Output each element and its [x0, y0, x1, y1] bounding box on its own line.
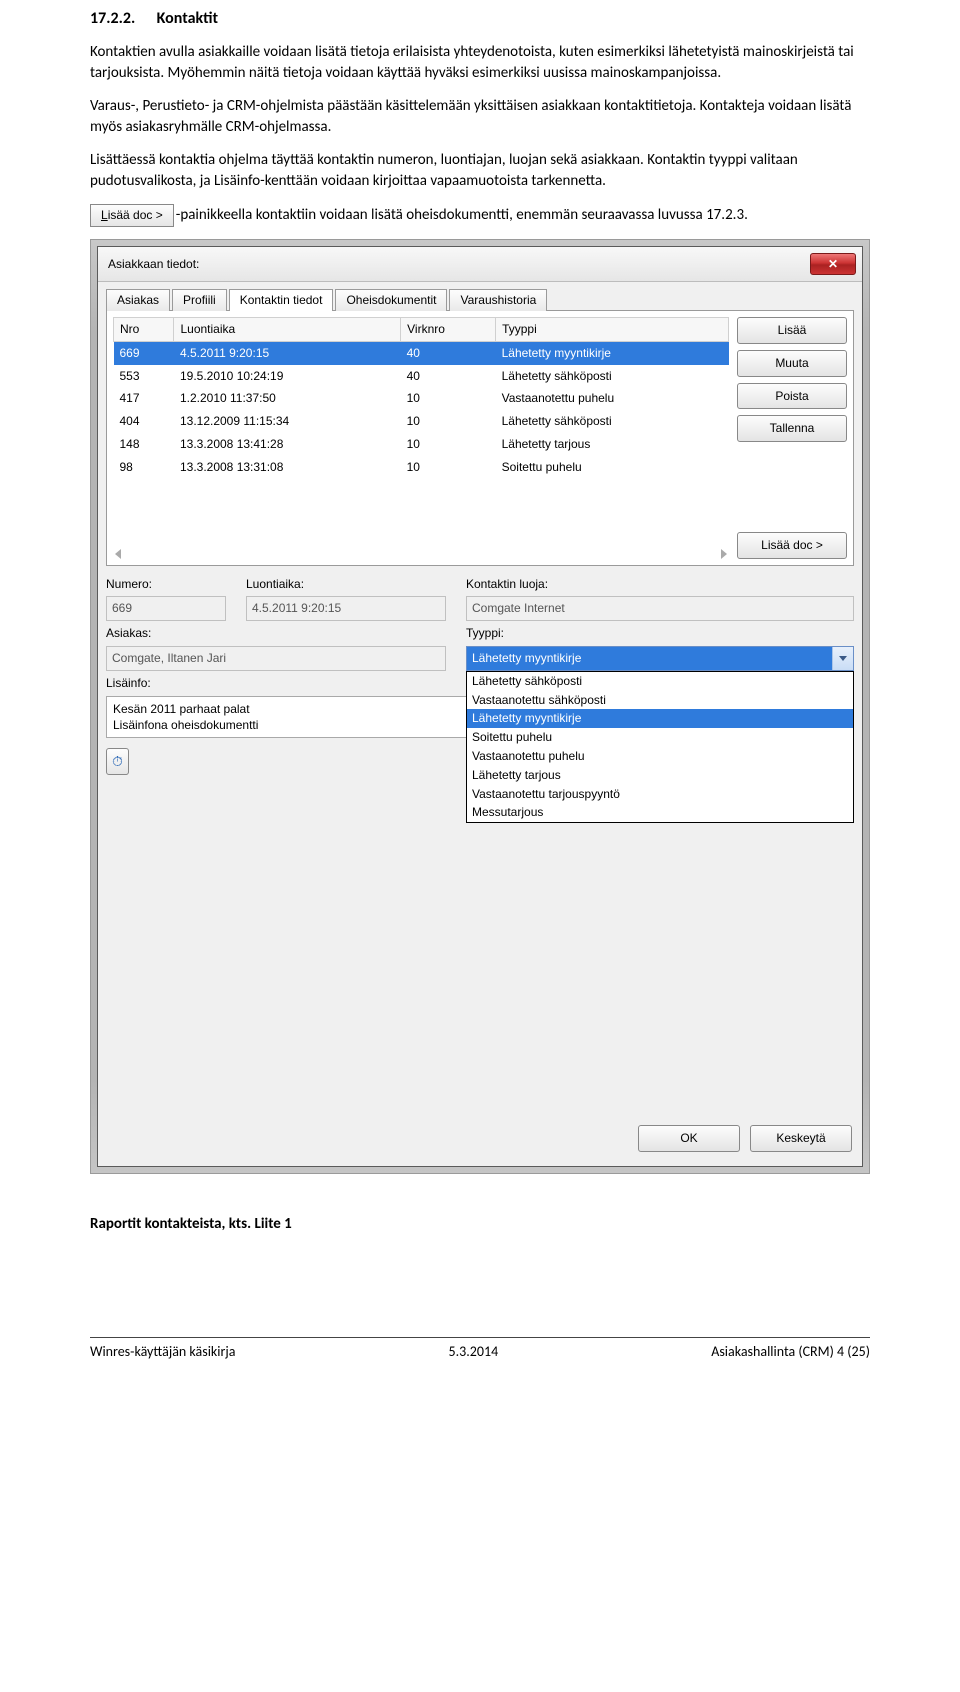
- col-nro[interactable]: Nro: [114, 317, 174, 341]
- cell-tyyppi: Soitettu puhelu: [496, 456, 729, 479]
- tyyppi-selected: Lähetetty myyntikirje: [467, 647, 832, 670]
- cell-aika: 13.3.2008 13:31:08: [174, 456, 401, 479]
- cell-nro: 669: [114, 341, 174, 364]
- heading-number: 17.2.2.: [90, 8, 135, 30]
- add-doc-button[interactable]: Lisää doc >: [737, 532, 847, 559]
- cancel-button[interactable]: Keskeytä: [750, 1125, 852, 1152]
- cell-nro: 98: [114, 456, 174, 479]
- cell-tyyppi: Vastaanotettu puhelu: [496, 387, 729, 410]
- label-numero: Numero:: [106, 576, 226, 593]
- label-luontiaika: Luontiaika:: [246, 576, 446, 593]
- ok-button[interactable]: OK: [638, 1125, 740, 1152]
- tab-panel: Nro Luontiaika Virknro Tyyppi 6694.5.201…: [106, 310, 854, 566]
- cell-virk: 10: [401, 456, 496, 479]
- tyyppi-dropdown[interactable]: Lähetetty myyntikirje Lähetetty sähköpos…: [466, 646, 854, 671]
- section-heading: 17.2.2. Kontaktit: [90, 8, 870, 30]
- inline-add-doc-label: isää doc >: [108, 208, 163, 222]
- cell-virk: 10: [401, 410, 496, 433]
- tab-profiili[interactable]: Profiili: [172, 289, 227, 311]
- delete-button[interactable]: Poista: [737, 383, 847, 410]
- cell-virk: 10: [401, 433, 496, 456]
- tab-kontaktin-tiedot[interactable]: Kontaktin tiedot: [229, 289, 334, 311]
- numero-field: 669: [106, 596, 226, 621]
- close-button[interactable]: ✕: [810, 253, 856, 275]
- cell-aika: 4.5.2011 9:20:15: [174, 341, 401, 364]
- luontiaika-field: 4.5.2011 9:20:15: [246, 596, 446, 621]
- paragraph-2: Varaus-, Perustieto- ja CRM-ohjelmista p…: [90, 96, 870, 138]
- scroll-left-icon: [115, 549, 121, 559]
- cell-nro: 417: [114, 387, 174, 410]
- tyyppi-option[interactable]: Messutarjous: [467, 803, 853, 822]
- table-row[interactable]: 9813.3.2008 13:31:0810Soitettu puhelu: [114, 456, 729, 479]
- cell-tyyppi: Lähetetty sähköposti: [496, 410, 729, 433]
- stopwatch-icon[interactable]: ⏱: [106, 748, 129, 776]
- cell-tyyppi: Lähetetty tarjous: [496, 433, 729, 456]
- contacts-table: Nro Luontiaika Virknro Tyyppi 6694.5.201…: [113, 317, 729, 479]
- cell-aika: 13.12.2009 11:15:34: [174, 410, 401, 433]
- footer-left: Winres-käyttäjän käsikirja: [90, 1342, 235, 1362]
- asiakas-field: Comgate, Iltanen Jari: [106, 646, 446, 671]
- label-asiakas: Asiakas:: [106, 625, 446, 642]
- cell-tyyppi: Lähetetty myyntikirje: [496, 341, 729, 364]
- tyyppi-option[interactable]: Lähetetty tarjous: [467, 766, 853, 785]
- inline-add-doc-button[interactable]: Lisää doc >: [90, 204, 174, 227]
- cell-nro: 148: [114, 433, 174, 456]
- label-tyyppi: Tyyppi:: [466, 625, 854, 642]
- cell-virk: 10: [401, 387, 496, 410]
- tyyppi-option[interactable]: Vastaanotettu sähköposti: [467, 691, 853, 710]
- titlebar: Asiakkaan tiedot: ✕: [98, 247, 862, 282]
- close-icon: ✕: [828, 256, 838, 273]
- col-virknro[interactable]: Virknro: [401, 317, 496, 341]
- table-row[interactable]: 4171.2.2010 11:37:5010Vastaanotettu puhe…: [114, 387, 729, 410]
- chevron-down-icon: [832, 647, 853, 670]
- cell-virk: 40: [401, 341, 496, 364]
- window-title: Asiakkaan tiedot:: [108, 256, 199, 273]
- label-luoja: Kontaktin luoja:: [466, 576, 854, 593]
- tab-oheisdokumentit[interactable]: Oheisdokumentit: [335, 289, 447, 311]
- luoja-field: Comgate Internet: [466, 596, 854, 621]
- footer-right: Asiakashallinta (CRM) 4 (25): [711, 1342, 870, 1362]
- edit-button[interactable]: Muuta: [737, 350, 847, 377]
- table-row[interactable]: 55319.5.2010 10:24:1940Lähetetty sähköpo…: [114, 365, 729, 388]
- screenshot-window: Asiakkaan tiedot: ✕ AsiakasProfiiliKonta…: [90, 239, 870, 1174]
- table-row[interactable]: 14813.3.2008 13:41:2810Lähetetty tarjous: [114, 433, 729, 456]
- tab-varaushistoria[interactable]: Varaushistoria: [449, 289, 547, 311]
- paragraph-5: Raportit kontakteista, kts. Liite 1: [90, 1214, 870, 1235]
- tyyppi-option[interactable]: Lähetetty myyntikirje: [467, 709, 853, 728]
- hscroll[interactable]: [113, 549, 729, 559]
- cell-aika: 13.3.2008 13:41:28: [174, 433, 401, 456]
- paragraph-3: Lisättäessä kontaktia ohjelma täyttää ko…: [90, 150, 870, 192]
- paragraph-1: Kontaktien avulla asiakkaille voidaan li…: [90, 42, 870, 84]
- table-row[interactable]: 6694.5.2011 9:20:1540Lähetetty myyntikir…: [114, 341, 729, 364]
- heading-title: Kontaktit: [157, 9, 218, 28]
- tyyppi-option[interactable]: Soitettu puhelu: [467, 728, 853, 747]
- cell-nro: 404: [114, 410, 174, 433]
- tyyppi-option[interactable]: Vastaanotettu puhelu: [467, 747, 853, 766]
- tyyppi-option[interactable]: Lähetetty sähköposti: [467, 672, 853, 691]
- add-button[interactable]: Lisää: [737, 317, 847, 344]
- cell-aika: 19.5.2010 10:24:19: [174, 365, 401, 388]
- form-area: Numero: Luontiaika: Kontaktin luoja: 669…: [98, 566, 862, 742]
- page-footer: Winres-käyttäjän käsikirja 5.3.2014 Asia…: [90, 1337, 870, 1362]
- paragraph-4-tail: -painikkeella kontaktiin voidaan lisätä …: [176, 206, 748, 224]
- cell-virk: 40: [401, 365, 496, 388]
- tyyppi-option[interactable]: Vastaanotettu tarjouspyyntö: [467, 785, 853, 804]
- table-row[interactable]: 40413.12.2009 11:15:3410Lähetetty sähköp…: [114, 410, 729, 433]
- col-tyyppi[interactable]: Tyyppi: [496, 317, 729, 341]
- footer-center: 5.3.2014: [449, 1342, 499, 1362]
- tyyppi-options-list: Lähetetty sähköpostiVastaanotettu sähköp…: [466, 671, 854, 823]
- cell-aika: 1.2.2010 11:37:50: [174, 387, 401, 410]
- save-button[interactable]: Tallenna: [737, 415, 847, 442]
- cell-nro: 553: [114, 365, 174, 388]
- tab-strip: AsiakasProfiiliKontaktin tiedotOheisdoku…: [98, 282, 862, 310]
- paragraph-4: Lisää doc >-painikkeella kontaktiin void…: [90, 204, 870, 227]
- cell-tyyppi: Lähetetty sähköposti: [496, 365, 729, 388]
- tab-asiakas[interactable]: Asiakas: [106, 289, 170, 311]
- scroll-right-icon: [721, 549, 727, 559]
- col-luontiaika[interactable]: Luontiaika: [174, 317, 401, 341]
